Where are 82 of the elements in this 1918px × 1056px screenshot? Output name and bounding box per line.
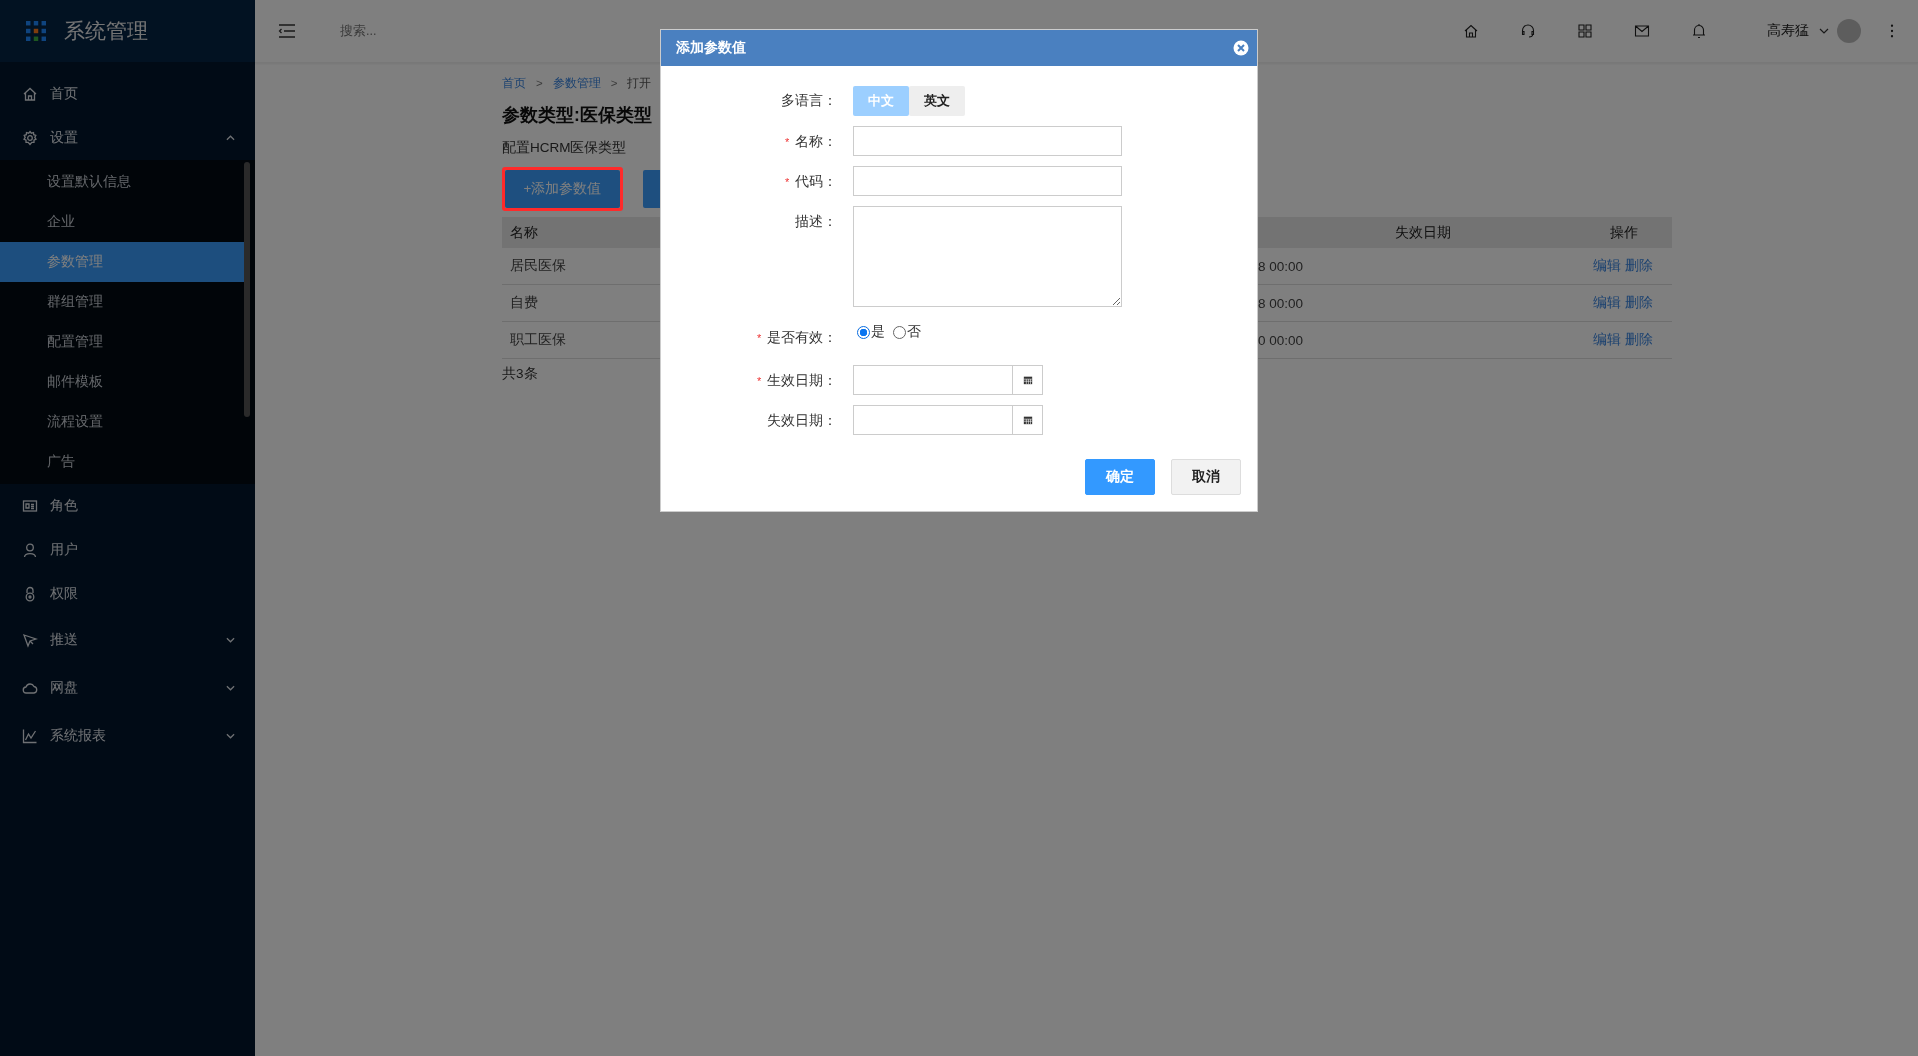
search-field[interactable]: 搜索... — [338, 23, 542, 39]
column-header: 操作 — [1610, 224, 1638, 240]
breadcrumb-separator: > — [536, 77, 543, 89]
calendar-icon — [1022, 375, 1033, 385]
field-label: 多语言： — [781, 93, 837, 108]
chevron-down-icon — [226, 637, 235, 643]
user-name[interactable]: 高寿猛 — [1767, 22, 1809, 40]
table-cell: 职工医保 — [510, 332, 566, 347]
chevron-up-icon — [226, 135, 235, 141]
required-mark: * — [756, 375, 762, 387]
caret-icon[interactable] — [1819, 28, 1829, 34]
cancel-button[interactable]: 取消 — [1171, 459, 1241, 495]
sidebar-item[interactable]: 网盘 — [0, 664, 255, 712]
home-icon[interactable] — [1463, 23, 1479, 39]
language-tab[interactable]: 英文 — [909, 86, 965, 116]
bell-icon[interactable] — [1691, 23, 1707, 39]
action-link[interactable]: 删除 — [1625, 332, 1653, 347]
required-mark: * — [784, 136, 790, 148]
text-field[interactable] — [853, 126, 1122, 156]
table-cell: 8 00:00 — [1258, 258, 1304, 274]
field-label: 名称： — [795, 134, 837, 149]
app-title: 系统管理 — [64, 18, 148, 44]
add-button[interactable]: +添加参数值 — [505, 170, 620, 208]
submenu-item[interactable]: 参数管理 — [0, 242, 247, 282]
table-cell: 8 00:00 — [1258, 295, 1304, 311]
confirm-button[interactable]: 确定 — [1085, 459, 1155, 495]
required-mark: * — [784, 176, 790, 188]
sidebar-item[interactable]: 推送 — [0, 616, 255, 664]
dialog-title: 添加参数值 — [676, 39, 746, 57]
close-icon[interactable] — [1233, 40, 1249, 56]
scrollbar[interactable] — [244, 162, 250, 417]
field-label: 代码： — [795, 174, 837, 189]
text-field[interactable] — [853, 166, 1122, 196]
sidebar-item[interactable]: 权限 — [0, 572, 255, 616]
action-link[interactable]: 编辑 — [1593, 258, 1621, 273]
action-link[interactable]: 编辑 — [1593, 332, 1621, 347]
menu-icon[interactable] — [278, 24, 296, 38]
user-icon — [22, 542, 38, 558]
column-header: 名称 — [510, 224, 538, 240]
radio-button[interactable] — [857, 325, 870, 339]
table-cell: 0 00:00 — [1258, 332, 1304, 348]
mail-icon[interactable] — [1634, 23, 1650, 39]
breadcrumb-separator: > — [610, 77, 618, 89]
dot-grid-icon — [26, 21, 46, 41]
total-count: 共3条 — [502, 365, 538, 383]
chevron-down-icon — [226, 733, 235, 739]
breadcrumb-item: 打开 — [627, 75, 652, 91]
radio-label: 否 — [907, 323, 921, 341]
table-cell: 居民医保 — [510, 258, 566, 273]
action-link[interactable]: 删除 — [1625, 258, 1653, 273]
page-subtitle: 配置HCRM医保类型 — [502, 139, 627, 157]
headset-icon[interactable] — [1520, 23, 1536, 39]
page-title: 参数类型:医保类型 — [502, 104, 653, 127]
chart-icon — [22, 728, 38, 744]
sidebar-item[interactable]: 首页 — [0, 72, 255, 116]
cloud-icon — [22, 680, 38, 696]
submenu-item[interactable]: 广告 — [0, 442, 247, 482]
home-icon — [22, 86, 38, 102]
chevron-down-icon — [226, 685, 235, 691]
field-label: 是否有效： — [767, 330, 837, 345]
field-label: 失效日期： — [767, 413, 837, 428]
column-header: 失效日期 — [1395, 224, 1451, 240]
sidebar-item[interactable]: 角色 — [0, 484, 255, 528]
grid-icon[interactable] — [1577, 23, 1593, 39]
sidebar-item[interactable]: 设置 — [0, 116, 255, 160]
field-label: 生效日期： — [767, 373, 837, 388]
required-mark: * — [756, 332, 762, 344]
sidebar-item[interactable]: 用户 — [0, 528, 255, 572]
date-field[interactable] — [853, 365, 1043, 395]
action-link[interactable]: 编辑 — [1593, 295, 1621, 310]
sidebar-item[interactable]: 系统报表 — [0, 712, 255, 760]
id-card-icon — [22, 498, 38, 514]
breadcrumb-item[interactable]: 参数管理 — [552, 75, 601, 91]
field-label: 描述： — [795, 214, 837, 229]
action-link[interactable]: 删除 — [1625, 295, 1653, 310]
calendar-icon — [1022, 415, 1033, 425]
table-cell: 自费 — [510, 295, 538, 310]
gear-icon — [22, 130, 38, 146]
more-icon[interactable] — [1890, 24, 1894, 38]
date-field[interactable] — [853, 405, 1043, 435]
radio-label: 是 — [871, 323, 885, 341]
breadcrumb-item[interactable]: 首页 — [502, 75, 526, 91]
